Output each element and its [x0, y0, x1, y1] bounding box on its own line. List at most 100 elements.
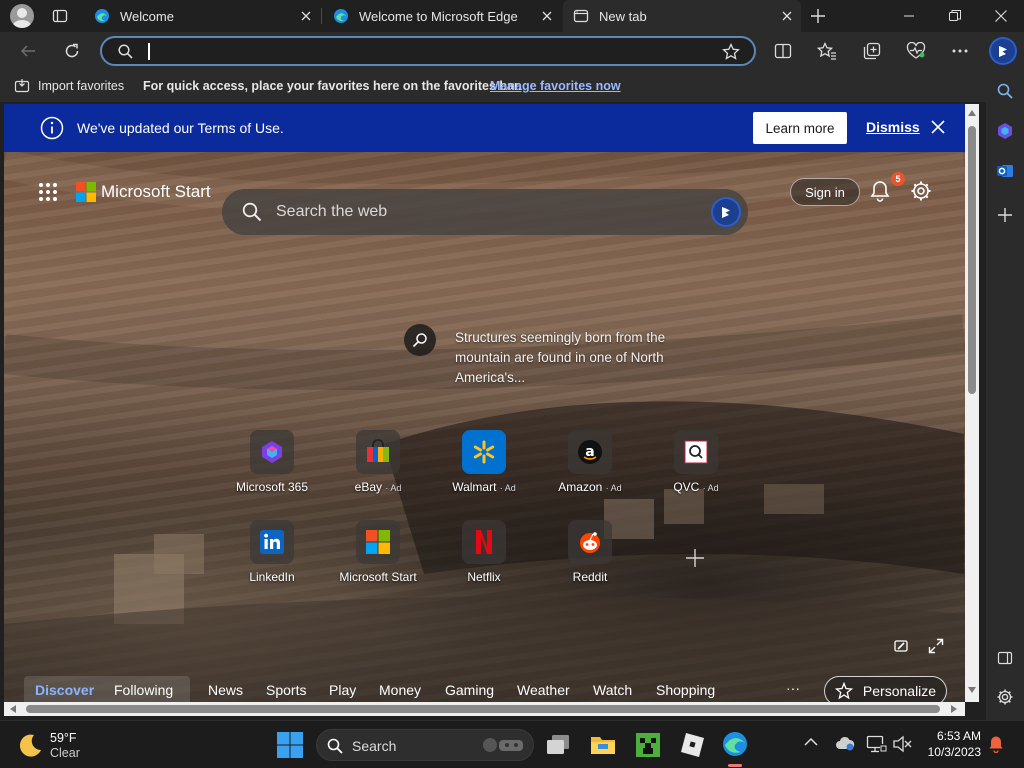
feed-tab-weather[interactable]: Weather: [517, 682, 570, 698]
notifications-button[interactable]: [870, 180, 890, 202]
minimize-button[interactable]: [886, 0, 932, 32]
scroll-right-arrow-icon[interactable]: [951, 705, 957, 713]
vertical-scrollbar[interactable]: [965, 104, 979, 702]
taskbar-search[interactable]: Search: [316, 729, 534, 761]
close-tab-button[interactable]: [539, 8, 555, 24]
back-button[interactable]: [13, 36, 43, 66]
weather-widget[interactable]: 59°F Clear: [16, 731, 80, 761]
close-banner-button[interactable]: [931, 120, 945, 134]
restore-button[interactable]: [932, 0, 978, 32]
feed-tab-watch[interactable]: Watch: [593, 682, 632, 698]
split-screen-button[interactable]: [768, 36, 798, 66]
edge-taskbar-button[interactable]: [720, 729, 750, 767]
page-settings-button[interactable]: [910, 180, 932, 202]
feed-tab-play[interactable]: Play: [329, 682, 356, 698]
image-caption[interactable]: Structures seemingly born from the mount…: [455, 328, 695, 388]
feed-tab-news[interactable]: News: [208, 682, 243, 698]
tab-new-tab[interactable]: New tab: [563, 0, 801, 32]
minecraft-button[interactable]: [636, 733, 660, 757]
start-button[interactable]: [276, 731, 304, 759]
favorites-button[interactable]: [812, 36, 842, 66]
vertical-scroll-thumb[interactable]: [968, 126, 976, 394]
sidebar-add-button[interactable]: [990, 200, 1020, 230]
weather-condition: Clear: [50, 746, 80, 760]
horizontal-scroll-thumb[interactable]: [26, 705, 940, 713]
add-shortcut-button[interactable]: [686, 549, 704, 567]
image-info-button[interactable]: [404, 324, 436, 356]
sidebar-search-button[interactable]: [990, 76, 1020, 106]
quick-link-label: Microsoft Start: [339, 570, 417, 584]
quick-link-reddit[interactable]: Reddit: [537, 520, 643, 590]
browser-essentials-button[interactable]: [901, 36, 931, 66]
quick-link-netflix[interactable]: Netflix: [431, 520, 537, 590]
address-bar[interactable]: [100, 36, 756, 66]
expand-image-button[interactable]: [928, 638, 944, 654]
tab-separator: [321, 8, 322, 24]
feed-tab-gaming[interactable]: Gaming: [445, 682, 494, 698]
onedrive-button[interactable]: [835, 735, 855, 751]
quick-link-microsoft-start[interactable]: Microsoft Start: [325, 520, 431, 590]
roblox-button[interactable]: [679, 732, 705, 758]
sidebar-outlook-button[interactable]: [990, 156, 1020, 186]
toolbar: [0, 32, 1024, 70]
close-tab-button[interactable]: [298, 8, 314, 24]
network-monitor-icon: [866, 735, 887, 753]
personalize-label: Personalize: [862, 683, 937, 699]
tab-welcome-to-edge[interactable]: Welcome to Microsoft Edge: [323, 0, 561, 32]
task-view-button[interactable]: [545, 733, 571, 757]
tab-actions-button[interactable]: [48, 4, 72, 28]
refresh-button[interactable]: [57, 36, 87, 66]
import-favorites-button[interactable]: Import favorites: [14, 78, 124, 94]
feed-tab-sports[interactable]: Sports: [266, 682, 306, 698]
web-search-box[interactable]: Search the web: [222, 189, 748, 235]
sidebar-copilot-button[interactable]: [990, 116, 1020, 146]
bing-copilot-button[interactable]: [986, 34, 1020, 68]
restore-icon: [949, 10, 961, 21]
network-button[interactable]: [866, 735, 888, 753]
sign-in-button[interactable]: Sign in: [790, 178, 860, 206]
gear-icon: [911, 181, 931, 201]
dismiss-link[interactable]: Dismiss: [866, 119, 920, 135]
feed-tab-following[interactable]: Following: [114, 682, 173, 698]
quick-link-amazon[interactable]: a Amazon · Ad: [537, 430, 643, 500]
quick-link-ebay[interactable]: eBay · Ad: [325, 430, 431, 500]
profile-avatar[interactable]: [10, 4, 34, 28]
image-style-button[interactable]: [893, 638, 909, 654]
feed-tab-shopping[interactable]: Shopping: [656, 682, 715, 698]
quick-link-label: Amazon: [558, 480, 603, 494]
volume-button[interactable]: [892, 735, 912, 753]
feed-tab-discover[interactable]: Discover: [35, 682, 94, 698]
scroll-down-arrow-icon[interactable]: [968, 687, 976, 693]
search-highlight-icon: [483, 738, 523, 752]
settings-and-more-button[interactable]: [945, 36, 975, 66]
scroll-up-arrow-icon[interactable]: [968, 110, 976, 116]
horizontal-scrollbar[interactable]: [4, 702, 965, 716]
clock[interactable]: 6:53 AM 10/3/2023: [925, 728, 981, 760]
sidebar-hide-button[interactable]: [990, 643, 1020, 673]
quick-link-microsoft-365[interactable]: Microsoft 365: [219, 430, 325, 500]
quick-link-qvc[interactable]: QVC · Ad: [643, 430, 749, 500]
bing-chat-button[interactable]: [710, 196, 742, 228]
personalize-button[interactable]: Personalize: [824, 676, 947, 702]
scroll-left-arrow-icon[interactable]: [10, 705, 16, 713]
collections-button[interactable]: [857, 36, 887, 66]
manage-favorites-link[interactable]: Manage favorites now: [490, 79, 621, 93]
quick-link-linkedin[interactable]: LinkedIn: [219, 520, 325, 590]
sidebar-settings-button[interactable]: [990, 682, 1020, 712]
add-favorite-star-icon[interactable]: [722, 43, 740, 61]
close-tab-button[interactable]: [779, 8, 795, 24]
file-explorer-button[interactable]: [590, 733, 616, 757]
close-window-button[interactable]: [978, 0, 1024, 32]
feed-tab-money[interactable]: Money: [379, 682, 421, 698]
microsoft-start-brand[interactable]: Microsoft Start: [101, 182, 211, 202]
address-input[interactable]: [152, 41, 712, 61]
close-icon: [301, 11, 311, 21]
learn-more-button[interactable]: Learn more: [753, 112, 847, 144]
app-launcher-button[interactable]: [38, 182, 58, 202]
new-tab-button[interactable]: [806, 4, 830, 28]
tab-welcome[interactable]: Welcome: [84, 0, 320, 32]
notification-center-button[interactable]: [988, 735, 1004, 753]
quick-link-walmart[interactable]: Walmart · Ad: [431, 430, 537, 500]
show-hidden-icons-button[interactable]: [804, 737, 818, 747]
feed-more-button[interactable]: ···: [786, 680, 800, 696]
